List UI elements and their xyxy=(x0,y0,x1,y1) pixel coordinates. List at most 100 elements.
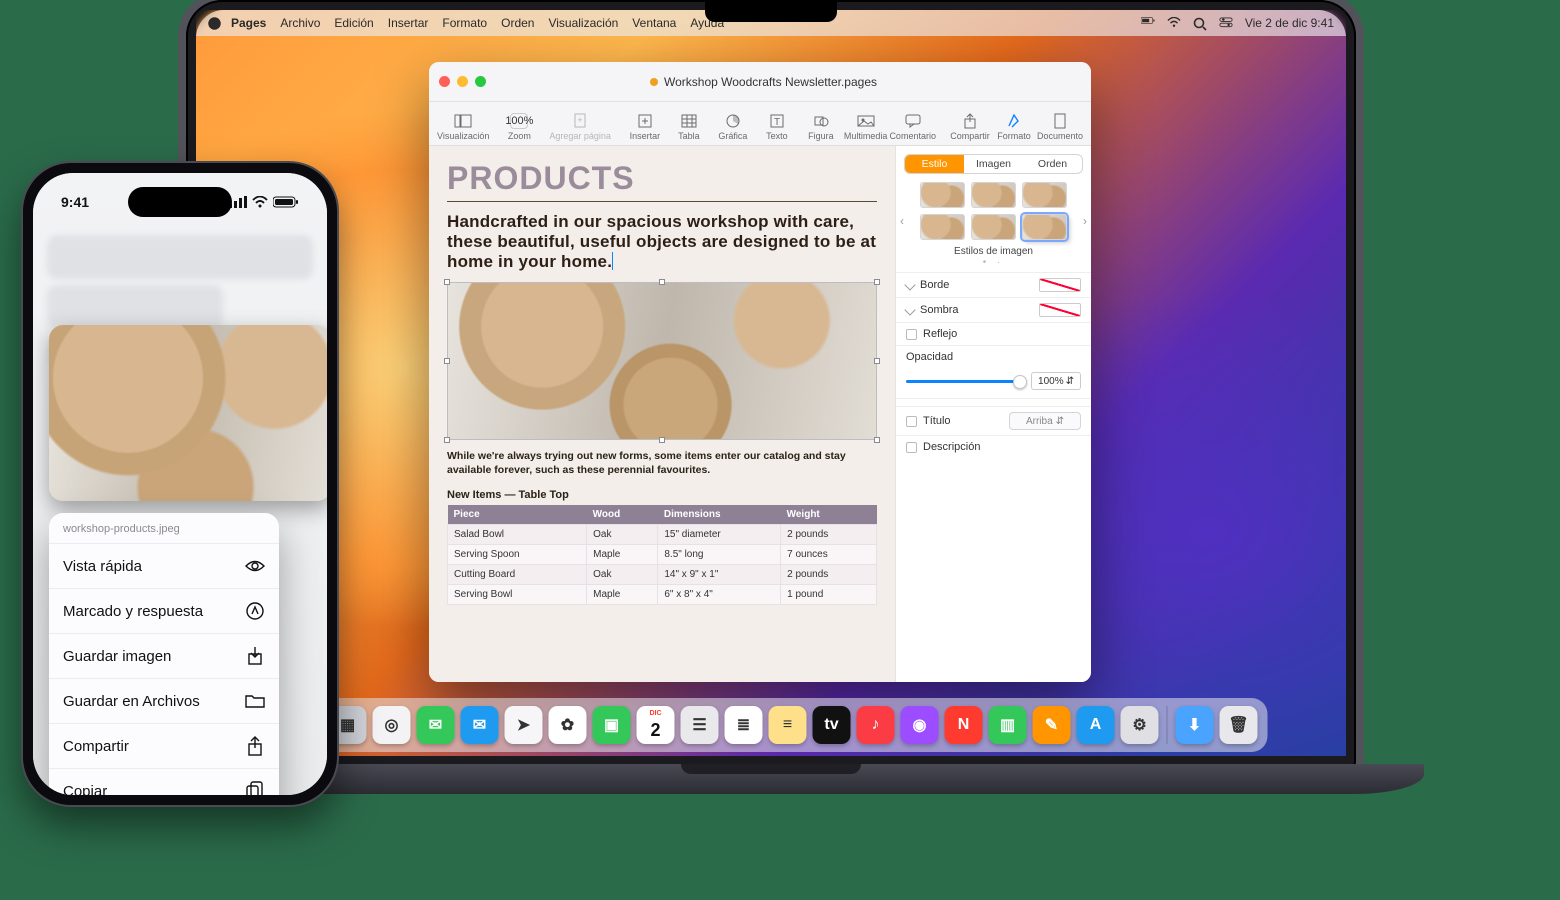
resize-handle[interactable] xyxy=(444,437,450,443)
menu-formato[interactable]: Formato xyxy=(442,16,487,30)
opacity-slider[interactable] xyxy=(906,380,1025,383)
opacity-value[interactable]: 100% ⇵ xyxy=(1031,372,1081,390)
style-thumb[interactable] xyxy=(920,214,965,240)
table-cell[interactable]: 2 pounds xyxy=(781,525,877,545)
table-cell[interactable]: Maple xyxy=(587,545,658,565)
disclosure-icon[interactable] xyxy=(904,279,915,290)
doc-lede[interactable]: Handcrafted in our spacious workshop wit… xyxy=(447,212,877,272)
style-thumb[interactable] xyxy=(920,182,965,208)
dock-app-notes[interactable]: ≡ xyxy=(769,706,807,744)
resize-handle[interactable] xyxy=(659,279,665,285)
close-button[interactable] xyxy=(439,76,450,87)
iphone-image-preview[interactable] xyxy=(49,325,327,501)
resize-handle[interactable] xyxy=(444,279,450,285)
table-cell[interactable]: 1 pound xyxy=(781,585,877,605)
table-header[interactable]: Wood xyxy=(587,505,658,525)
toolbar-shape[interactable]: Figura xyxy=(800,113,842,141)
table-header[interactable]: Piece xyxy=(448,505,587,525)
spotlight-icon[interactable] xyxy=(1193,17,1207,29)
table-cell[interactable]: 15" diameter xyxy=(658,525,781,545)
table-cell[interactable]: Serving Bowl xyxy=(448,585,587,605)
menu-archivo[interactable]: Archivo xyxy=(280,16,320,30)
doc-heading[interactable]: PRODUCTS xyxy=(447,160,877,202)
border-swatch[interactable] xyxy=(1039,278,1081,292)
context-option-share[interactable]: Compartir xyxy=(49,724,279,769)
minimize-button[interactable] xyxy=(457,76,468,87)
context-option-download[interactable]: Guardar imagen xyxy=(49,634,279,679)
control-center-icon[interactable] xyxy=(1219,17,1233,29)
toolbar-table[interactable]: Tabla xyxy=(668,113,710,141)
app-menu[interactable]: Pages xyxy=(231,16,266,30)
tab-imagen[interactable]: Imagen xyxy=(964,155,1023,173)
resize-handle[interactable] xyxy=(874,437,880,443)
tab-orden[interactable]: Orden xyxy=(1023,155,1082,173)
table-cell[interactable]: Oak xyxy=(587,525,658,545)
doc-image-selected[interactable] xyxy=(447,282,877,440)
table-row[interactable]: Cutting BoardOak14" x 9" x 1"2 pounds xyxy=(448,565,877,585)
fullscreen-button[interactable] xyxy=(475,76,486,87)
dock-app-messages[interactable]: ✉ xyxy=(417,706,455,744)
title-row[interactable]: TítuloArriba⇵ xyxy=(896,406,1091,435)
dock-app-maps[interactable]: ➤ xyxy=(505,706,543,744)
toolbar-add-page[interactable]: +Agregar página xyxy=(549,113,611,141)
apple-menu-icon[interactable] xyxy=(208,17,221,30)
menu-orden[interactable]: Orden xyxy=(501,16,534,30)
styles-next-icon[interactable]: › xyxy=(1083,214,1087,228)
table-cell[interactable]: 6" x 8" x 4" xyxy=(658,585,781,605)
table-row[interactable]: Serving SpoonMaple8.5" long7 ounces xyxy=(448,545,877,565)
table-cell[interactable]: Salad Bowl xyxy=(448,525,587,545)
table-cell[interactable]: 8.5" long xyxy=(658,545,781,565)
toolbar-media[interactable]: Multimedia xyxy=(844,113,888,141)
doc-section-heading[interactable]: New Items — Table Top xyxy=(447,489,877,501)
window-titlebar[interactable]: Workshop Woodcrafts Newsletter.pages xyxy=(429,62,1091,102)
toolbar-document[interactable]: Documento xyxy=(1037,113,1083,141)
table-cell[interactable]: Serving Spoon xyxy=(448,545,587,565)
table-cell[interactable]: 2 pounds xyxy=(781,565,877,585)
shadow-swatch[interactable] xyxy=(1039,303,1081,317)
resize-handle[interactable] xyxy=(874,358,880,364)
description-checkbox[interactable] xyxy=(906,442,917,453)
dock-app-news[interactable]: N xyxy=(945,706,983,744)
document-canvas[interactable]: PRODUCTS Handcrafted in our spacious wor… xyxy=(429,146,895,682)
border-row[interactable]: Borde xyxy=(896,272,1091,297)
toolbar-zoom[interactable]: 100%Zoom xyxy=(491,113,547,141)
dock-app-settings[interactable]: ⚙ xyxy=(1121,706,1159,744)
toolbar-view[interactable]: Visualización xyxy=(437,113,489,141)
style-thumb[interactable] xyxy=(971,214,1016,240)
doc-body[interactable]: While we're always trying out new forms,… xyxy=(447,450,877,477)
dock-app-reminders[interactable]: ≣ xyxy=(725,706,763,744)
resize-handle[interactable] xyxy=(444,358,450,364)
reflect-row[interactable]: Reflejo xyxy=(896,322,1091,345)
menu-ventana[interactable]: Ventana xyxy=(632,16,676,30)
toolbar-share[interactable]: Compartir xyxy=(949,113,991,141)
menu-visualizacion[interactable]: Visualización xyxy=(548,16,618,30)
dock-app-safari[interactable]: ◎ xyxy=(373,706,411,744)
context-option-eye[interactable]: Vista rápida xyxy=(49,544,279,589)
context-option-folder[interactable]: Guardar en Archivos xyxy=(49,679,279,724)
title-checkbox[interactable] xyxy=(906,416,917,427)
style-thumb-selected[interactable] xyxy=(1022,214,1067,240)
dock-app-pages[interactable]: ✎ xyxy=(1033,706,1071,744)
title-position-dropdown[interactable]: Arriba⇵ xyxy=(1009,412,1081,430)
resize-handle[interactable] xyxy=(874,279,880,285)
style-thumb[interactable] xyxy=(1022,182,1067,208)
toolbar-text[interactable]: TTexto xyxy=(756,113,798,141)
toolbar-comment[interactable]: Comentario xyxy=(889,113,936,141)
dock-app-facetime[interactable]: ▣ xyxy=(593,706,631,744)
dock-app-podcasts[interactable]: ◉ xyxy=(901,706,939,744)
table-cell[interactable]: Cutting Board xyxy=(448,565,587,585)
context-option-copy[interactable]: Copiar xyxy=(49,769,279,795)
dock-app-mail[interactable]: ✉ xyxy=(461,706,499,744)
dock-app-music[interactable]: ♪ xyxy=(857,706,895,744)
dock-app-numbers[interactable]: ▥ xyxy=(989,706,1027,744)
table-cell[interactable]: 14" x 9" x 1" xyxy=(658,565,781,585)
table-row[interactable]: Salad BowlOak15" diameter2 pounds xyxy=(448,525,877,545)
table-cell[interactable]: Oak xyxy=(587,565,658,585)
styles-prev-icon[interactable]: ‹ xyxy=(900,214,904,228)
description-row[interactable]: Descripción xyxy=(896,435,1091,458)
disclosure-icon[interactable] xyxy=(904,304,915,315)
table-header[interactable]: Weight xyxy=(781,505,877,525)
reflect-checkbox[interactable] xyxy=(906,329,917,340)
resize-handle[interactable] xyxy=(659,437,665,443)
wifi-icon[interactable] xyxy=(1167,17,1181,29)
